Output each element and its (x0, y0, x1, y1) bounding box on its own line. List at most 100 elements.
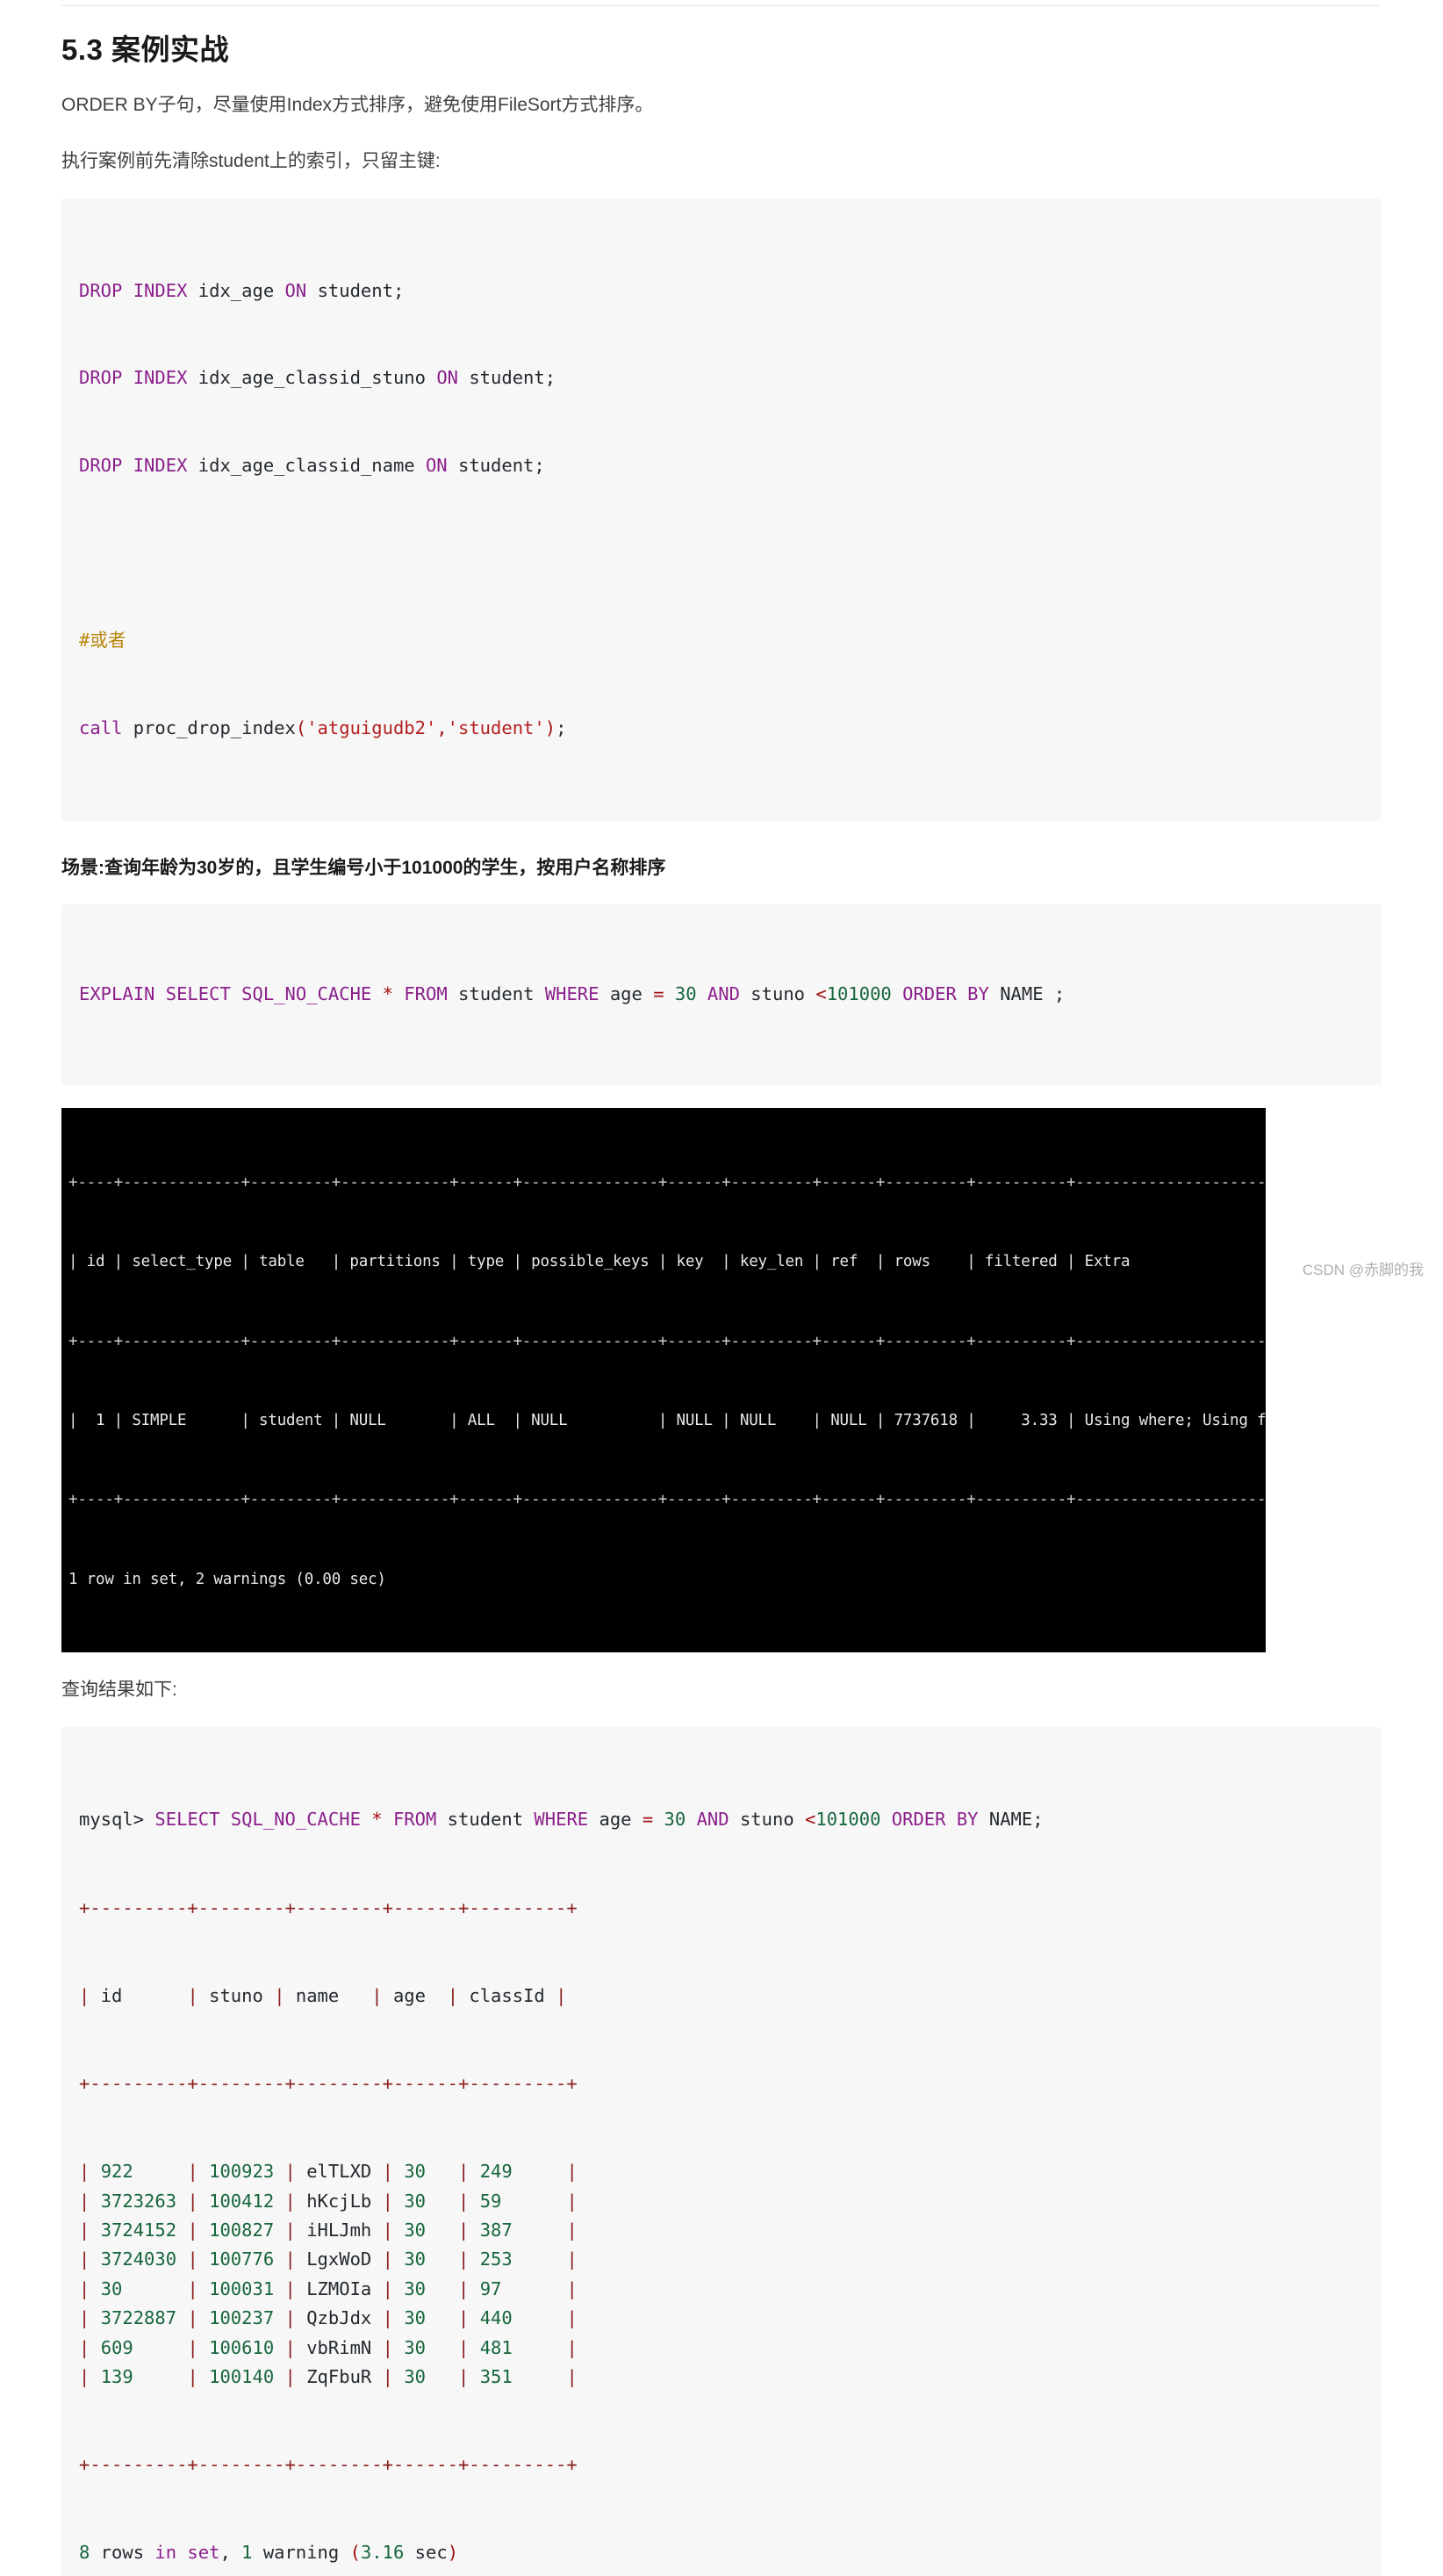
comma: , (436, 716, 448, 738)
cell-id: 3723263 (100, 2190, 177, 2212)
table-name: student; (458, 455, 545, 477)
paren-open: ( (349, 2542, 361, 2564)
table-row: | 3724030 | 100776 | LgxWoD | 30 | 253 | (79, 2249, 578, 2270)
terminal-border-bottom: +----+-------------+---------+----------… (68, 1491, 1266, 1509)
paren-open: ( (295, 716, 307, 738)
csdn-watermark: CSDN @赤脚的我 (1302, 1262, 1424, 1278)
sql-keyword-index: INDEX (133, 455, 188, 477)
value-stuno: 101000 (815, 1809, 881, 1831)
cell-age: 30 (404, 2249, 426, 2270)
result-header-row: | id | stuno | name | age | classId | (79, 1984, 567, 2006)
sql-keyword-where: WHERE (523, 1809, 589, 1831)
terminal-status-line: 1 row in set, 2 warnings (0.00 sec) (68, 1570, 386, 1588)
sql-keyword-index: INDEX (133, 367, 188, 389)
terminal-header-row: | id | select_type | table | partitions … (68, 1253, 1266, 1271)
cell-stuno: 100827 (209, 2219, 275, 2241)
index-name: idx_age_classid_stuno (197, 367, 426, 389)
equals-operator: = (642, 983, 664, 1005)
cell-stuno: 100776 (209, 2249, 275, 2270)
sql-keyword-nocache: SQL_NO_CACHE (219, 1809, 361, 1831)
cell-id: 139 (100, 2366, 133, 2388)
cell-age: 30 (404, 2336, 426, 2358)
code-line-drop-3: DROP INDEX idx_age_classid_name ON stude… (61, 451, 1382, 480)
warning-word: warning (252, 2542, 350, 2564)
row-count: 8 (79, 2542, 90, 2564)
terminal-data-row: | 1 | SIMPLE | student | NULL | ALL | NU… (68, 1412, 1266, 1430)
page-title: 5.3 案例实战 (61, 33, 230, 66)
column-age: age (588, 1809, 632, 1831)
value-age: 30 (664, 983, 697, 1005)
column-header-stuno: stuno (209, 1984, 263, 2006)
result-rows-container: | 922 | 100923 | elTLXD | 30 | 249 | | 37… (61, 2157, 1382, 2392)
cell-name: vbRimN (306, 2336, 372, 2358)
warning-count: 1 (241, 2542, 253, 2564)
sql-keyword-nocache: SQL_NO_CACHE (230, 983, 372, 1005)
code-line-comment: #或者 (61, 626, 1382, 655)
equals-operator: = (631, 1809, 654, 1831)
paren-close: ) (544, 716, 556, 738)
cell-classid: 249 (479, 2161, 513, 2183)
scenario-heading: 场景:查询年龄为30岁的，且学生编号小于101000的学生，按用户名称排序 (61, 857, 666, 878)
cell-name: LgxWoD (306, 2249, 372, 2270)
table-row: | 922 | 100923 | elTLXD | 30 | 249 | (79, 2161, 578, 2183)
value-age: 30 (653, 1809, 686, 1831)
sql-keyword-and: AND (696, 983, 740, 1005)
sec-word: sec (404, 2542, 448, 2564)
sql-keyword-by: BY (945, 1809, 979, 1831)
result-border-top: +---------+--------+--------+------+----… (79, 1896, 578, 1918)
semicolon: ; (556, 716, 567, 738)
column-age: age (599, 983, 643, 1005)
cell-stuno: 100140 (209, 2366, 275, 2388)
sql-keyword-order: ORDER (891, 983, 957, 1005)
code-line-drop-1: DROP INDEX idx_age ON student; (61, 277, 1382, 306)
table-row: | 30 | 100031 | LZMOIa | 30 | 97 | (79, 2277, 578, 2299)
less-than-operator: < (793, 1809, 816, 1831)
table-row: | 3722887 | 100237 | QzbJdx | 30 | 440 | (79, 2307, 578, 2329)
table-name: student; (317, 279, 405, 301)
cell-stuno: 100610 (209, 2336, 275, 2358)
cell-id: 30 (100, 2277, 123, 2299)
table-row: | 139 | 100140 | ZqFbuR | 30 | 351 | (79, 2366, 578, 2388)
drop-index-code-block[interactable]: DROP INDEX idx_age ON student; DROP INDE… (61, 198, 1382, 821)
table-name: student; (469, 367, 556, 389)
rows-word: rows (90, 2542, 155, 2564)
cell-age: 30 (404, 2219, 426, 2241)
cell-stuno: 100237 (209, 2307, 275, 2329)
cell-age: 30 (404, 2161, 426, 2183)
sql-keyword-call: call (79, 716, 123, 738)
table-row: | 609 | 100610 | vbRimN | 30 | 481 | (79, 2336, 578, 2358)
table-name: student (447, 983, 535, 1005)
cell-classid: 59 (479, 2190, 502, 2212)
sql-keyword-on: ON (425, 455, 448, 477)
cell-age: 30 (404, 2190, 426, 2212)
cell-name: iHLJmh (306, 2219, 372, 2241)
cell-age: 30 (404, 2277, 426, 2299)
cell-classid: 440 (479, 2307, 513, 2329)
sql-keyword-index: INDEX (133, 279, 188, 301)
cell-classid: 387 (479, 2219, 513, 2241)
explain-code-block[interactable]: EXPLAIN SELECT SQL_NO_CACHE * FROM stude… (61, 904, 1382, 1086)
code-line-explain: EXPLAIN SELECT SQL_NO_CACHE * FROM stude… (61, 980, 1382, 1009)
sql-keyword-order: ORDER (880, 1809, 946, 1831)
column-name: NAME; (978, 1809, 1044, 1831)
result-border-bottom: +---------+--------+--------+------+----… (79, 2454, 578, 2476)
mysql-prompt: mysql> (79, 1809, 145, 1831)
sql-keyword-on: ON (436, 367, 458, 389)
intro-paragraph-1: ORDER BY子句，尽量使用Index方式排序，避免使用FileSort方式排… (61, 95, 654, 116)
index-name: idx_age_classid_name (197, 455, 415, 477)
column-header-id: id (100, 1984, 123, 2006)
sql-keyword-select: SELECT (154, 983, 231, 1005)
cell-name: QzbJdx (306, 2307, 372, 2329)
code-line-call: call proc_drop_index('atguigudb2','stude… (61, 714, 1382, 743)
mysql-result-block[interactable]: mysql> SELECT SQL_NO_CACHE * FROM studen… (61, 1727, 1382, 2576)
cell-classid: 481 (479, 2336, 513, 2358)
sql-keyword-on: ON (284, 279, 307, 301)
sql-keyword-select: SELECT (144, 1809, 220, 1831)
sql-string-table: 'student' (447, 716, 545, 738)
cell-classid: 351 (479, 2366, 513, 2388)
cell-stuno: 100031 (209, 2277, 275, 2299)
star-glyph: * (371, 983, 393, 1005)
sql-keyword-and: AND (686, 1809, 729, 1831)
table-name: student (436, 1809, 524, 1831)
